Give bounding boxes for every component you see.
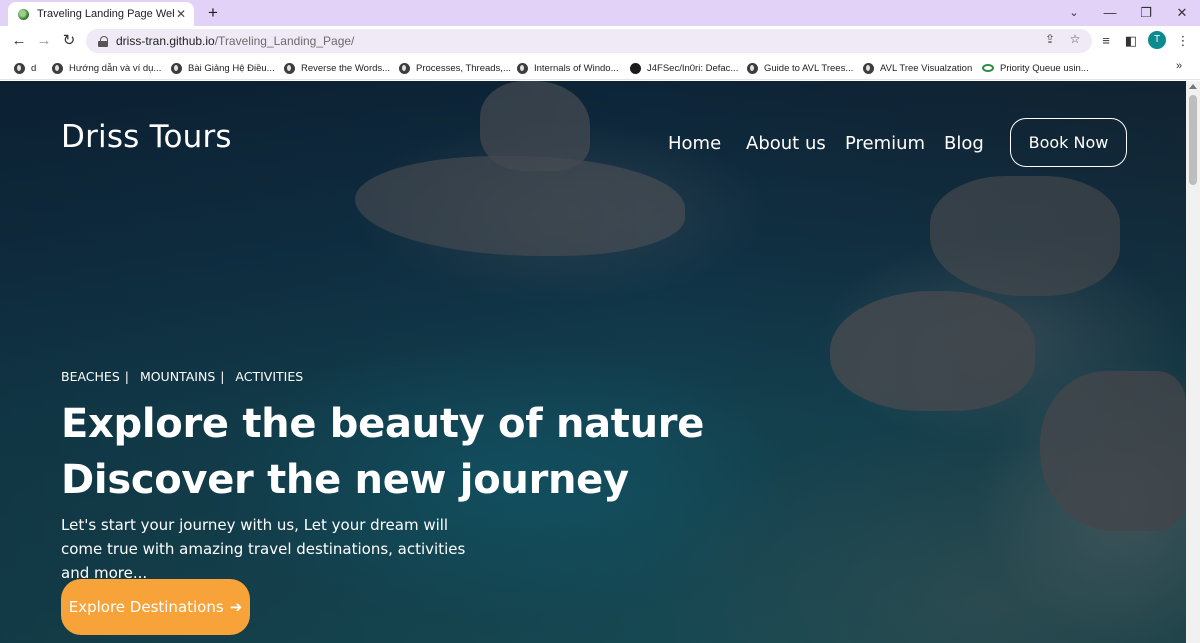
lock-icon[interactable] <box>98 35 108 47</box>
bookmark-item[interactable]: Reverse the Words... <box>284 60 390 76</box>
globe-icon <box>399 62 410 74</box>
globe-icon <box>863 62 874 74</box>
tab-title: Traveling Landing Page Web <box>37 8 174 20</box>
minimize-button[interactable]: — <box>1092 3 1128 23</box>
tab-close-icon[interactable]: ✕ <box>174 7 188 21</box>
tag-beaches: BEACHES | <box>61 369 129 384</box>
scrollbar-thumb[interactable] <box>1189 95 1197 185</box>
arrow-right-icon: ➔ <box>229 598 243 616</box>
bookmarks-bar: d Hướng dẫn và ví dụ... Bài Giảng Hệ Điề… <box>0 56 1200 80</box>
bookmark-item[interactable]: Hướng dẫn và ví dụ... <box>52 60 161 76</box>
close-window-button[interactable]: ✕ <box>1164 3 1200 23</box>
hero-description: Let's start your journey with us, Let yo… <box>61 516 466 582</box>
bookmark-item[interactable]: Internals of Windo... <box>517 60 618 76</box>
forward-button[interactable]: → <box>33 31 55 51</box>
reading-list-icon[interactable]: ≡ <box>1097 32 1115 50</box>
globe-icon <box>14 62 25 74</box>
tab-search-chevron-icon[interactable]: ⌄ <box>1056 3 1092 23</box>
share-icon[interactable]: ⇪ <box>1041 31 1059 47</box>
url-host: driss-tran.github.io <box>116 34 215 48</box>
reload-button[interactable]: ↻ <box>58 31 80 51</box>
bookmark-item[interactable]: d <box>14 60 36 76</box>
globe-icon <box>747 62 758 74</box>
explore-destinations-button[interactable]: Explore Destinations ➔ <box>61 579 250 635</box>
bookmarks-overflow-icon[interactable]: » <box>1176 60 1182 72</box>
bookmark-item[interactable]: Bài Giảng Hệ Điều... <box>171 60 275 76</box>
address-bar[interactable]: driss-tran.github.io/Traveling_Landing_P… <box>86 29 1092 53</box>
back-button[interactable]: ← <box>8 31 30 51</box>
hero-headline-line-1: Explore the beauty of nature <box>61 401 705 447</box>
new-tab-button[interactable]: + <box>203 3 223 23</box>
nav-link-about-us[interactable]: About us <box>746 133 826 154</box>
bookmark-item[interactable]: Guide to AVL Trees... <box>747 60 853 76</box>
github-icon <box>630 62 641 74</box>
scroll-up-arrow-icon[interactable] <box>1189 84 1197 89</box>
page-viewport: Driss Tours Home About us Premium Blog B… <box>0 81 1186 643</box>
bookmark-item[interactable]: AVL Tree Visualzation <box>863 60 972 76</box>
url-path: /Traveling_Landing_Page/ <box>214 34 355 48</box>
tag-mountains: MOUNTAINS | <box>139 369 225 384</box>
bookmark-item[interactable]: J4FSec/In0ri: Defac... <box>630 60 738 76</box>
site-favicon-icon <box>18 8 29 20</box>
book-now-button[interactable]: Book Now <box>1010 118 1127 167</box>
globe-icon <box>284 62 295 74</box>
site-brand-logo[interactable]: Driss Tours <box>61 119 232 155</box>
maximize-button[interactable]: ❐ <box>1128 3 1164 23</box>
geeksforgeeks-icon <box>982 64 994 72</box>
globe-icon <box>52 62 63 74</box>
page-scrollbar[interactable] <box>1186 81 1200 643</box>
tag-activities: ACTIVITIES <box>235 369 304 384</box>
hero-headline-line-2: Discover the new journey <box>61 457 629 503</box>
side-panel-icon[interactable]: ◧ <box>1122 32 1140 50</box>
browser-tab-strip: Traveling Landing Page Web ✕ + ⌄ — ❐ ✕ <box>0 0 1200 26</box>
globe-icon <box>171 62 182 74</box>
browser-toolbar: ← → ↻ driss-tran.github.io/Traveling_Lan… <box>0 26 1200 56</box>
bookmark-item[interactable]: Priority Queue usin... <box>982 60 1089 76</box>
nav-link-blog[interactable]: Blog <box>944 133 984 154</box>
bookmark-star-icon[interactable]: ☆ <box>1066 31 1084 47</box>
browser-tab[interactable]: Traveling Landing Page Web ✕ <box>8 2 194 26</box>
menu-kebab-icon[interactable]: ⋮ <box>1174 32 1192 50</box>
profile-avatar[interactable]: T <box>1148 31 1166 49</box>
bookmark-item[interactable]: Processes, Threads,... <box>399 60 511 76</box>
globe-icon <box>517 62 528 74</box>
nav-link-home[interactable]: Home <box>668 133 721 154</box>
nav-link-premium[interactable]: Premium <box>845 133 925 154</box>
category-tags: BEACHES | MOUNTAINS | ACTIVITIES <box>61 369 309 384</box>
cta-label: Explore Destinations <box>68 598 224 616</box>
